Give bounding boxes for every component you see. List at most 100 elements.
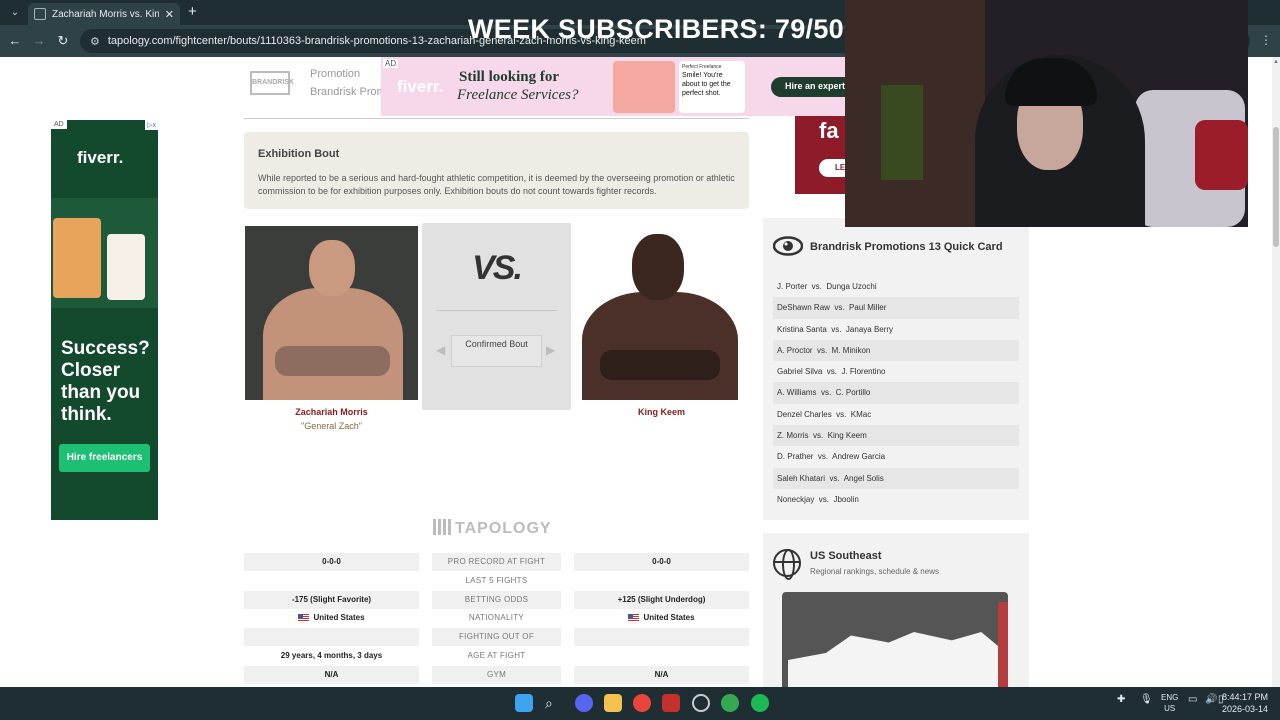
ad-note-card: Perfect Freelance Smile! You're about to…	[679, 61, 745, 113]
header-line-1: Promotion	[310, 68, 361, 80]
fighter-1-photo[interactable]	[245, 226, 418, 400]
stat-label: GYM	[432, 665, 561, 684]
chrome-profile-icon[interactable]	[721, 694, 739, 712]
quick-card-bout[interactable]: D. Prather vs. Andrew Garcia	[773, 446, 1019, 467]
stat-label: PRO RECORD AT FIGHT	[432, 553, 561, 571]
stat-text: United States	[643, 613, 695, 623]
network-icon[interactable]: ▭	[1188, 694, 1197, 705]
stat-label: BETTING ODDS	[432, 590, 561, 609]
ad-choices-icon[interactable]: ▷x	[145, 120, 158, 130]
region-map[interactable]	[782, 592, 1008, 687]
file-explorer-icon[interactable]	[604, 694, 622, 712]
stat-label: NATIONALITY	[432, 609, 561, 627]
fighter-2-name[interactable]: King Keem	[575, 407, 748, 417]
header-line-2[interactable]: Brandrisk Promo	[310, 86, 392, 98]
search-icon[interactable]: ⌕	[545, 694, 563, 712]
quick-card-panel: Brandrisk Promotions 13 Quick Card J. Po…	[763, 218, 1029, 520]
scroll-up-icon[interactable]: ▲	[1273, 59, 1279, 65]
stat-text: N/A	[654, 669, 669, 679]
tray-app-icon[interactable]: ✚	[1117, 694, 1125, 705]
us-flag-icon	[298, 614, 310, 622]
scrollbar-thumb[interactable]	[1273, 127, 1279, 247]
stat-text: 0-0-0	[652, 557, 671, 566]
exhibition-title: Exhibition Bout	[258, 148, 340, 160]
quick-card-bout[interactable]: J. Porter vs. Dunga Uzochi	[773, 276, 1019, 297]
quick-card-bout[interactable]: Noneckjay vs. Jboolin	[773, 489, 1019, 510]
ad-note-text: Smile! You're about to get the perfect s…	[682, 72, 731, 97]
tab-list-chevron-icon[interactable]: ⌄	[6, 4, 24, 22]
right-ad-partial[interactable]: fa LE	[795, 116, 845, 194]
spotify-icon[interactable]	[751, 694, 769, 712]
app-icon[interactable]	[662, 694, 680, 712]
stat-row: -175 (Slight Favorite) BETTING ODDS +125 (…	[244, 590, 749, 610]
fighter-1-stat: United States	[244, 609, 419, 627]
fighter-1-stat: 0-0-0	[244, 553, 419, 571]
top-banner-ad[interactable]: AD fiverr. Still looking for Freelance S…	[381, 57, 845, 116]
versus-panel: VS. ◀ Confirmed Bout ▶	[422, 223, 571, 410]
arrow-right-icon[interactable]: ▶	[546, 343, 555, 357]
fighter-2-stat: United States	[574, 609, 749, 627]
ad-headline: Success? Closer than you think.	[61, 338, 150, 425]
divider	[436, 310, 557, 311]
ad-illustration	[613, 61, 675, 113]
ad-headline-1: Still looking for	[459, 69, 560, 85]
fighter-2-stat	[574, 647, 749, 665]
stat-row: United States NATIONALITY United States	[244, 609, 749, 628]
quick-card-bout[interactable]: Kristina Santa vs. Janaya Berry	[773, 319, 1019, 340]
quick-card-bout[interactable]: A. Proctor vs. M. Minikon	[773, 339, 1019, 362]
stat-row: LAST 5 FIGHTS	[244, 572, 749, 591]
promotion-logo[interactable]: BRANDRISK	[250, 71, 294, 95]
fighter-1-name[interactable]: Zachariah Morris	[245, 407, 418, 417]
tab-close-icon[interactable]: ✕	[165, 8, 174, 21]
clock-date: 2026-03-14	[1221, 704, 1268, 714]
stat-row: 0-0-0 PRO RECORD AT FIGHT 0-0-0	[244, 553, 749, 572]
ad-brand-logo: fiverr.	[397, 77, 444, 96]
quick-card-bout[interactable]: A. Williams vs. C. Portillo	[773, 382, 1019, 404]
back-arrow-icon[interactable]: ←	[6, 32, 24, 50]
ad-cta-button[interactable]: Hire an expert	[771, 77, 845, 97]
stat-text: +125 (Slight Underdog)	[617, 594, 706, 604]
page-scrollbar[interactable]: ▲	[1272, 57, 1280, 687]
discord-icon[interactable]	[575, 694, 593, 712]
fighter-2-photo[interactable]	[578, 226, 741, 400]
volume-icon[interactable]: 🔊	[1205, 694, 1217, 705]
region-title[interactable]: US Southeast	[810, 550, 882, 562]
fighter-2-stat	[574, 572, 749, 590]
forward-arrow-icon[interactable]: →	[30, 32, 48, 50]
reload-icon[interactable]: ↻	[54, 32, 72, 50]
fighter-2-stat: N/A	[574, 665, 749, 684]
tapology-logo-icon	[433, 519, 453, 535]
fighter-1-nickname: "General Zach"	[301, 421, 362, 431]
stat-row: FIGHTING OUT OF	[244, 628, 749, 647]
system-clock[interactable]: 8:44:17 PM 2026-03-14	[1222, 691, 1268, 715]
fighter-1-stat: 29 years, 4 months, 3 days	[244, 647, 419, 665]
ad-note-small: Perfect Freelance	[682, 64, 722, 70]
left-skyscraper-ad[interactable]: AD ▷x fiverr. Success? Closer than you t…	[51, 120, 158, 520]
ad-brand-logo: fiverr.	[77, 148, 124, 167]
region-code: US	[1164, 704, 1176, 713]
ad-illustration	[51, 198, 158, 308]
microphone-icon[interactable]: 🎙	[1140, 694, 1153, 705]
quick-card-bout[interactable]: Z. Morris vs. King Keem	[773, 425, 1019, 447]
stat-label: FIGHTING OUT OF	[432, 628, 561, 646]
new-tab-button[interactable]: +	[188, 3, 197, 21]
fighter-1-stat: -175 (Slight Favorite)	[244, 590, 419, 609]
site-info-icon[interactable]: ⚙	[90, 35, 100, 48]
quick-card-bout[interactable]: Gabriel Silva vs. J. Florentino	[773, 361, 1019, 382]
quick-card-bout[interactable]: DeShawn Raw vs. Paul Miller	[773, 297, 1019, 319]
quick-card-bout[interactable]: Denzel Charles vs. KMac	[773, 404, 1019, 425]
right-ad-text: fa	[819, 118, 839, 143]
start-icon[interactable]	[515, 694, 533, 712]
right-ad-button[interactable]: LE	[819, 159, 845, 177]
arrow-left-icon[interactable]: ◀	[436, 343, 445, 357]
language-indicator[interactable]: ENG US	[1161, 692, 1178, 714]
quick-card-bout[interactable]: Saleh Khatari vs. Angel Solis	[773, 467, 1019, 489]
obs-icon[interactable]	[692, 694, 710, 712]
quick-card-list: J. Porter vs. Dunga Uzochi DeShawn Raw vs…	[773, 276, 1019, 510]
chrome-icon[interactable]	[633, 694, 651, 712]
fighter-1-stat: N/A	[244, 665, 419, 684]
browser-tab[interactable]: Zachariah Morris vs. King Keem ✕	[28, 3, 180, 25]
browser-menu-icon[interactable]: ⋮	[1260, 33, 1272, 47]
ad-cta-button[interactable]: Hire freelancers	[59, 444, 150, 472]
eye-icon	[773, 236, 803, 256]
